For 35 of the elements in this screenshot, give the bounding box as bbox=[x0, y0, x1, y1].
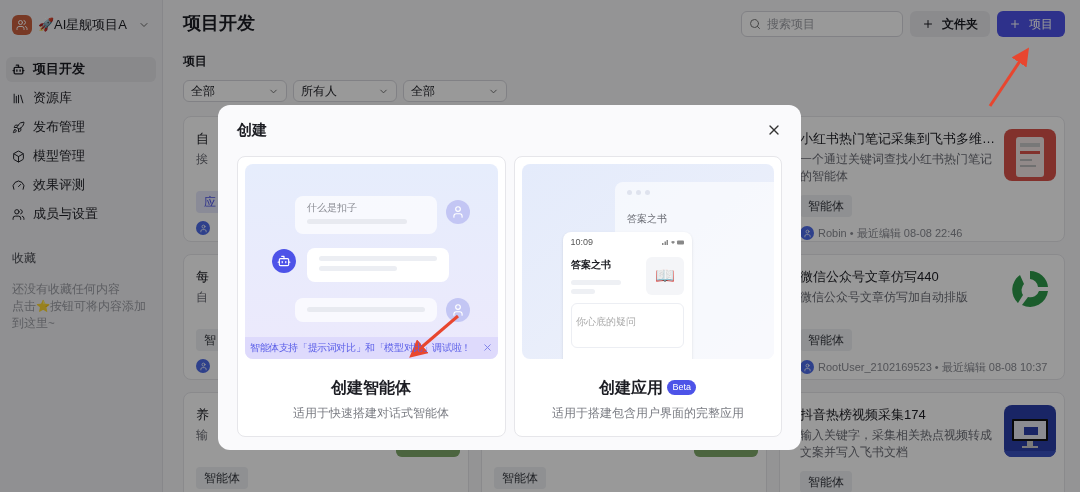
project-title: 微信公众号文章仿写440 bbox=[800, 268, 939, 286]
project-description: 自 bbox=[196, 290, 208, 305]
book-icon: 📖 bbox=[654, 264, 675, 288]
project-description: 输入关键字，采集相关热点视频转成文案并写入飞书文档 bbox=[800, 428, 993, 460]
app-name: 答案之书 bbox=[570, 258, 612, 272]
type-tag: 智能体 bbox=[494, 467, 546, 489]
project-title: 小红书热门笔记采集到飞书多维… bbox=[800, 130, 995, 148]
project-title: 每 bbox=[196, 268, 209, 286]
type-tag: 智能体 bbox=[196, 467, 248, 489]
option-description: 适用于搭建包含用户界面的完整应用 bbox=[550, 405, 745, 421]
project-description: 微信公众号文章仿写加自动排版 bbox=[800, 290, 968, 305]
page-title: 项目开发 bbox=[183, 12, 256, 35]
question-field: 你心底的疑问 bbox=[570, 303, 684, 348]
favorites-title: 收藏 bbox=[12, 250, 37, 267]
project-description: 一个通过关键词查找小红书热门笔记的智能体 bbox=[800, 152, 993, 184]
project-meta: RootUser_2102169523 • 最近编辑 08-08 10:37 bbox=[818, 360, 1048, 375]
type-tag: 智能体 bbox=[800, 329, 852, 351]
app-name: 答案之书 bbox=[626, 211, 668, 226]
project-description: 输 bbox=[196, 428, 208, 443]
project-description: 挨 bbox=[196, 152, 208, 167]
option-title: 创建智能体 bbox=[331, 377, 412, 398]
phone-time: 10:09 bbox=[570, 235, 594, 249]
option-description: 适用于快速搭建对话式智能体 bbox=[292, 405, 451, 421]
dialog-title: 创建 bbox=[237, 120, 267, 140]
chat-question: 什么是扣子 bbox=[307, 200, 358, 215]
project-meta: Robin • 最近编辑 08-08 22:46 bbox=[818, 226, 963, 241]
project-title: 养 bbox=[196, 406, 209, 424]
project-title: 自 bbox=[196, 130, 209, 148]
project-title: 抖音热榜视频采集174 bbox=[800, 406, 926, 424]
banner-text: 智能体支持「提示词对比」和「模型对比」调试啦！ bbox=[250, 341, 471, 355]
section-title: 项目 bbox=[183, 53, 208, 70]
type-tag: 智能体 bbox=[800, 471, 852, 492]
beta-badge: Beta bbox=[667, 379, 696, 396]
option-title: 创建应用 bbox=[599, 377, 664, 398]
type-tag: 智能体 bbox=[800, 195, 852, 217]
